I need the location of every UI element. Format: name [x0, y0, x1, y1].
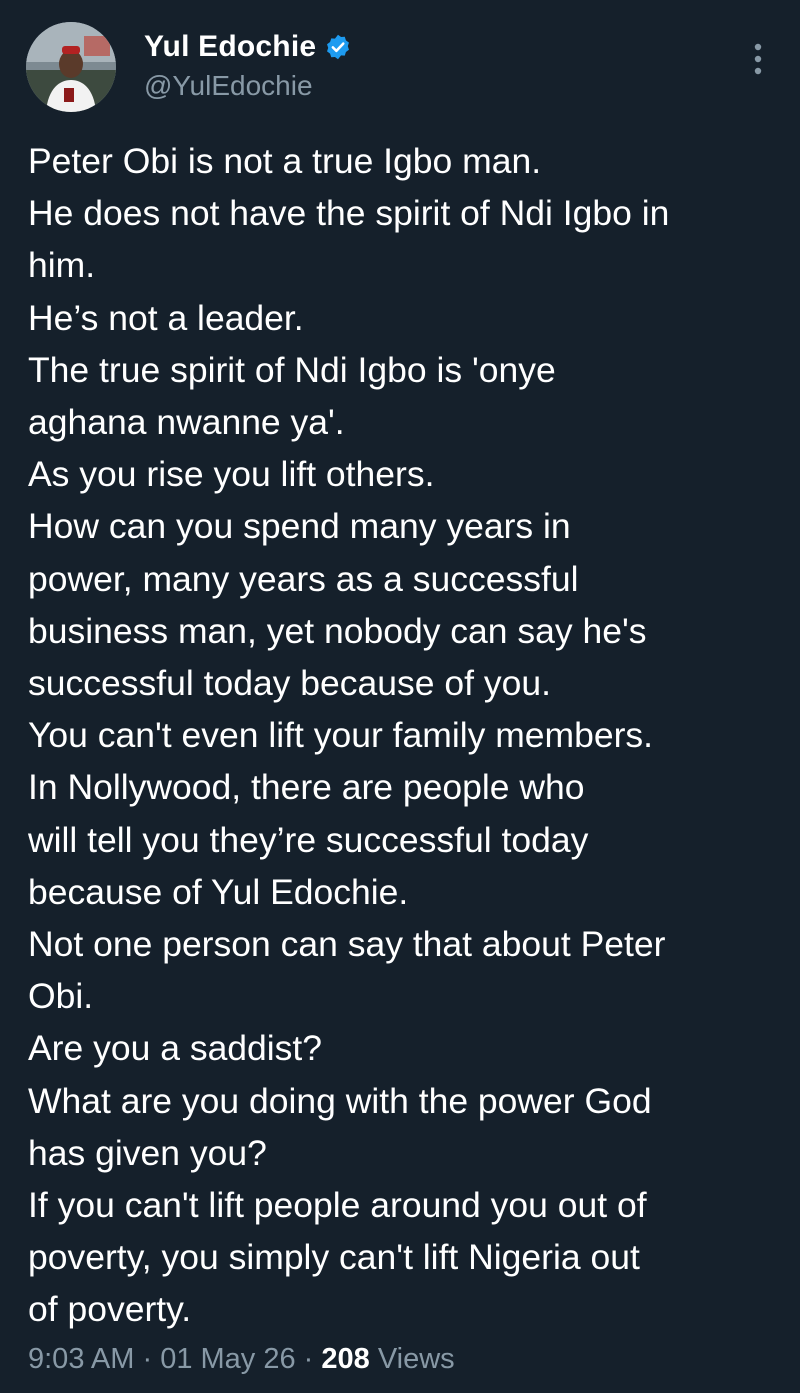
- tweet-line: How can you spend many years in: [28, 506, 571, 547]
- meta-separator: ·: [134, 1343, 161, 1375]
- tweet-line: of poverty.: [28, 1289, 192, 1330]
- tweet-line: because of Yul Edochie.: [28, 871, 409, 912]
- tweet-line: The true spirit of Ndi Igbo is 'onye: [28, 349, 556, 390]
- tweet-date[interactable]: 01 May 26: [160, 1343, 295, 1375]
- tweet-line: successful today because of you.: [28, 663, 551, 704]
- tweet-line: In Nollywood, there are people who: [28, 767, 585, 808]
- tweet-card: Yul Edochie @YulEdochie Peter Obi is not…: [0, 0, 800, 1393]
- tweet-line: aghana nwanne ya'.: [28, 402, 345, 443]
- tweet-line: Are you a saddist?: [28, 1028, 323, 1069]
- tweet-line: power, many years as a successful: [28, 558, 579, 599]
- avatar[interactable]: [26, 22, 116, 112]
- views-count[interactable]: 208: [321, 1343, 369, 1375]
- tweet-time[interactable]: 9:03 AM: [28, 1343, 134, 1375]
- tweet-line: him.: [28, 245, 96, 286]
- tweet-line: has given you?: [28, 1132, 267, 1173]
- tweet-line: What are you doing with the power God: [28, 1080, 652, 1121]
- views-label: Views: [369, 1343, 455, 1375]
- tweet-line: poverty, you simply can't lift Nigeria o…: [28, 1237, 640, 1278]
- tweet-text: Peter Obi is not a true Igbo man. He doe…: [28, 135, 780, 1336]
- tweet-line: As you rise you lift others.: [28, 454, 435, 495]
- display-name-row: Yul Edochie: [144, 28, 352, 66]
- avatar-image: [26, 22, 116, 112]
- author-handle[interactable]: @YulEdochie: [144, 70, 352, 102]
- tweet-line: will tell you they’re successful today: [28, 819, 589, 860]
- tweet-header: Yul Edochie @YulEdochie: [26, 22, 786, 116]
- tweet-line: You can't even lift your family members.: [28, 715, 654, 756]
- tweet-line: business man, yet nobody can say he's: [28, 610, 647, 651]
- tweet-meta: 9:03 AM · 01 May 26 · 208 Views: [28, 1343, 455, 1376]
- tweet-line: He does not have the spirit of Ndi Igbo …: [28, 193, 670, 234]
- verified-badge-icon: [324, 33, 352, 61]
- display-name[interactable]: Yul Edochie: [144, 30, 316, 64]
- author-names: Yul Edochie @YulEdochie: [144, 28, 352, 102]
- tweet-line: He’s not a leader.: [28, 297, 304, 338]
- more-vertical-icon[interactable]: [752, 42, 764, 76]
- tweet-line: If you can't lift people around you out …: [28, 1185, 647, 1226]
- tweet-line: Peter Obi is not a true Igbo man.: [28, 141, 542, 181]
- meta-separator: ·: [295, 1343, 322, 1375]
- tweet-line: Obi.: [28, 976, 94, 1017]
- tweet-line: Not one person can say that about Peter: [28, 924, 666, 965]
